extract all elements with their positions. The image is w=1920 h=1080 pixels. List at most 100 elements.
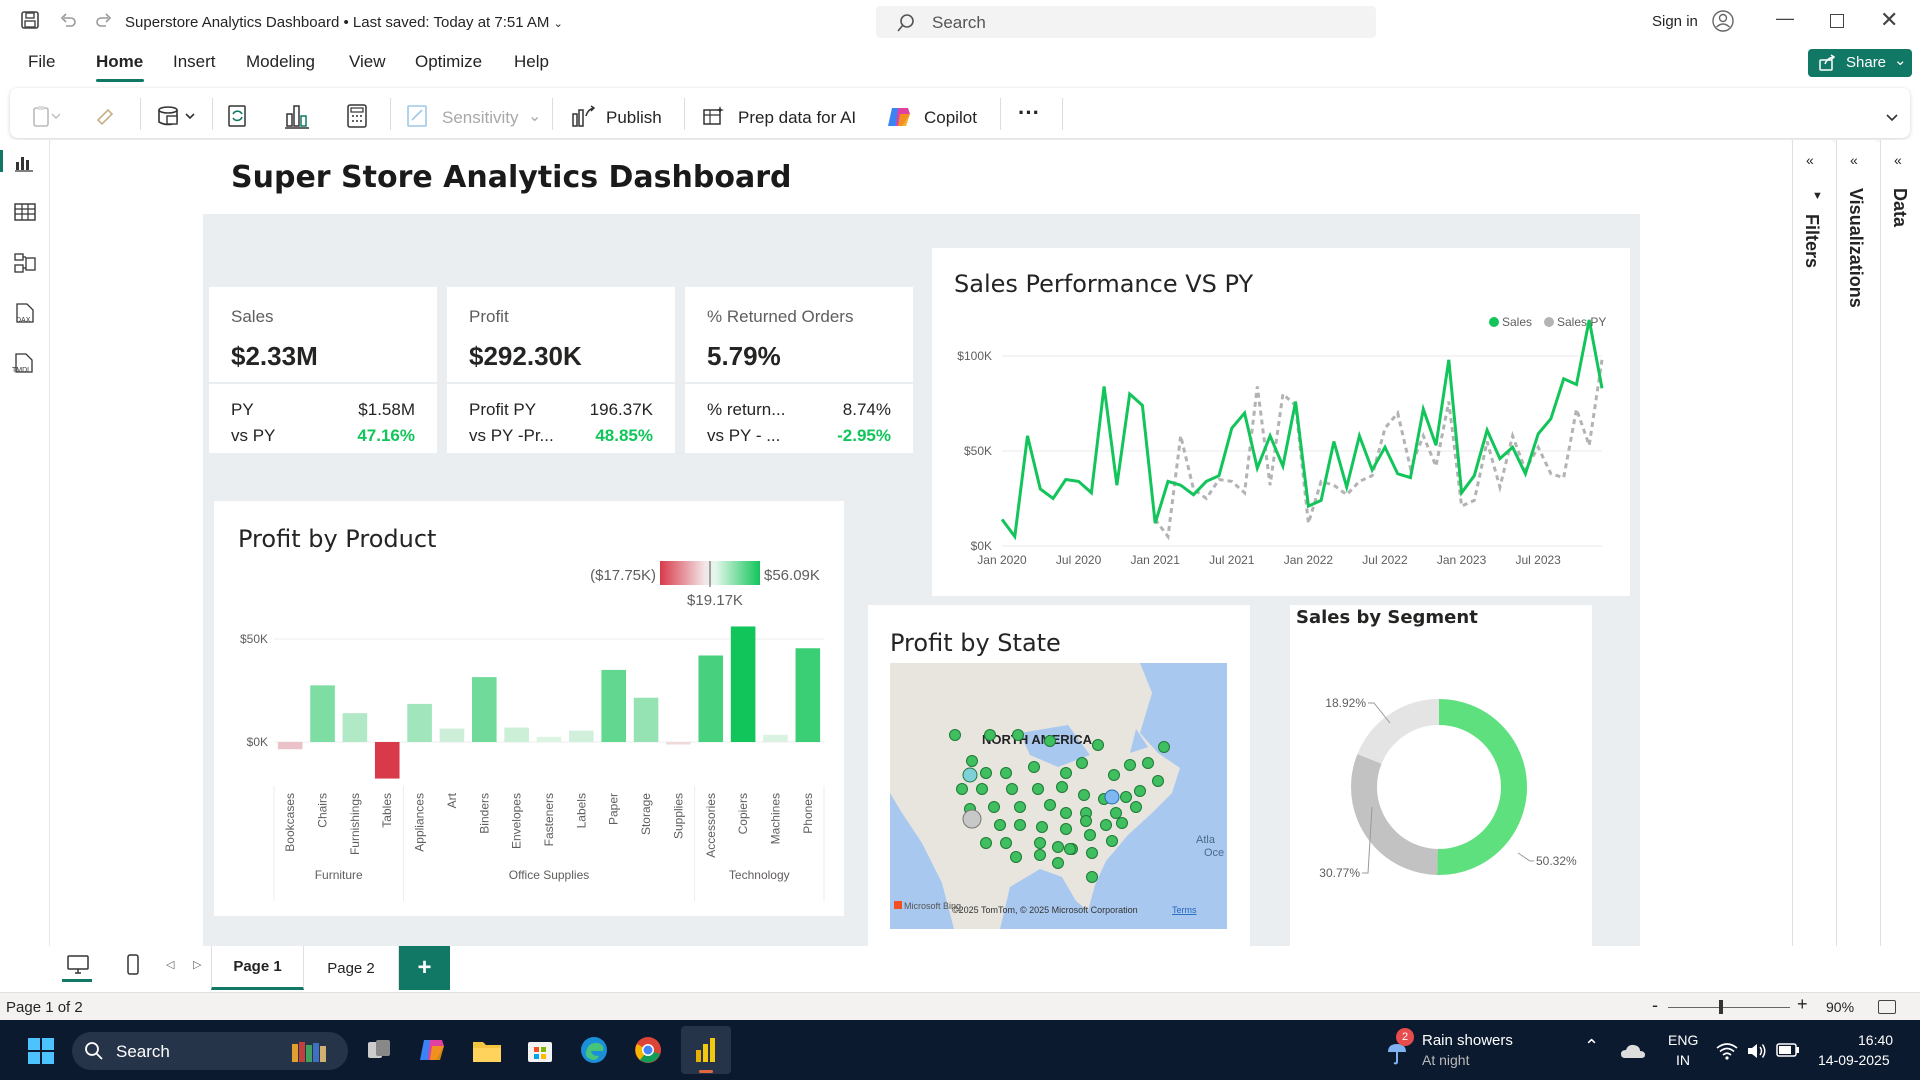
bar: [795, 648, 821, 742]
format-painter-icon[interactable]: [94, 104, 118, 128]
publish-button[interactable]: Publish: [606, 108, 662, 128]
state-bubble: [1012, 729, 1024, 741]
expand-icon[interactable]: «: [1806, 152, 1814, 168]
search-box[interactable]: Search: [876, 6, 1376, 38]
clock-time[interactable]: 16:40: [1858, 1032, 1893, 1048]
tmdl-view-icon[interactable]: TMDL: [11, 352, 37, 376]
profit-map-card[interactable]: Profit by State NORTH AMERICA Atla Oce Micr…: [868, 605, 1250, 946]
page-tab-2[interactable]: Page 2: [304, 946, 399, 990]
sensitivity-button[interactable]: Sensitivity: [442, 108, 519, 128]
onedrive-icon[interactable]: [1620, 1042, 1646, 1060]
microsoft-store-icon[interactable]: [526, 1036, 554, 1064]
zoom-in-button[interactable]: +: [1797, 994, 1808, 1015]
expand-icon[interactable]: «: [1850, 152, 1858, 168]
filters-label[interactable]: Filters: [1801, 214, 1822, 268]
refresh-icon[interactable]: [226, 104, 250, 128]
segment-donut-card[interactable]: Sales by Segment 50.32% 30.77% 18.92%: [1290, 605, 1592, 946]
kpi-vs-label: vs PY: [231, 426, 276, 445]
data-pane[interactable]: « Data: [1880, 140, 1920, 946]
document-title[interactable]: Superstore Analytics Dashboard • Last sa…: [125, 14, 563, 31]
prep-data-for-ai-button[interactable]: Prep data for AI: [738, 108, 856, 128]
maximize-icon[interactable]: [1830, 14, 1844, 28]
expand-icon[interactable]: «: [1894, 152, 1902, 168]
bar: [342, 713, 368, 742]
minimize-icon[interactable]: —: [1776, 8, 1794, 29]
kpi-card-returns[interactable]: % Returned Orders 5.79% % return... 8.74…: [685, 287, 913, 453]
map-ocean-label: Oce: [1204, 847, 1224, 859]
visualizations-pane[interactable]: « Visualizations: [1836, 140, 1876, 946]
profit-map[interactable]: NORTH AMERICAAtlaOceMicrosoft Bing©2025 …: [890, 663, 1227, 929]
kpi-value: 5.79%: [707, 341, 781, 371]
collapse-ribbon-icon[interactable]: [1884, 110, 1900, 126]
menu-file[interactable]: File: [28, 52, 55, 72]
dax-query-icon[interactable]: DAX: [13, 302, 37, 326]
sales-line-chart-card[interactable]: Sales Performance VS PY $0K $50K $100K Jan …: [932, 248, 1630, 596]
redo-icon[interactable]: [94, 10, 114, 30]
copilot-taskbar-icon[interactable]: [418, 1036, 446, 1064]
edge-icon[interactable]: [580, 1036, 608, 1064]
weather-text[interactable]: Rain showers: [1422, 1032, 1513, 1049]
kpi-card-sales[interactable]: Sales $2.33M PY $1.58M vs PY 47.16%: [209, 287, 437, 453]
share-button[interactable]: Share ⌄: [1808, 49, 1912, 77]
save-icon[interactable]: [20, 10, 40, 30]
zoom-out-button[interactable]: -: [1652, 995, 1658, 1016]
share-label: Share: [1846, 54, 1887, 71]
prev-page-icon[interactable]: ◁: [166, 958, 174, 971]
volume-icon[interactable]: [1746, 1041, 1768, 1061]
menu-insert[interactable]: Insert: [173, 52, 216, 72]
menu-view[interactable]: View: [349, 52, 386, 72]
x-tick-label: Jan 2023: [1437, 553, 1487, 567]
paste-icon[interactable]: [32, 104, 60, 128]
region-indicator[interactable]: IN: [1676, 1052, 1690, 1068]
battery-icon[interactable]: [1776, 1042, 1800, 1058]
undo-icon[interactable]: [58, 10, 78, 30]
more-options-button[interactable]: ···: [1018, 100, 1040, 126]
filters-pane[interactable]: « ▼ Filters: [1792, 140, 1832, 946]
state-bubble: [1080, 815, 1092, 827]
visualizations-label[interactable]: Visualizations: [1845, 188, 1866, 308]
profit-bar-chart-card[interactable]: Profit by Product ($17.75K) $19.17K $56.09…: [214, 501, 844, 916]
kpi-card-profit[interactable]: Profit $292.30K Profit PY 196.37K vs PY …: [447, 287, 675, 453]
file-explorer-icon[interactable]: [472, 1038, 502, 1064]
power-bi-taskbar-button[interactable]: [681, 1026, 731, 1074]
chevron-up-icon[interactable]: ⌃: [1584, 1036, 1599, 1057]
calculator-icon[interactable]: [346, 104, 368, 128]
add-page-button[interactable]: +: [399, 946, 450, 990]
language-indicator[interactable]: ENG: [1668, 1032, 1698, 1048]
bar: [504, 727, 529, 742]
chrome-icon[interactable]: [634, 1036, 662, 1064]
copilot-button[interactable]: Copilot: [924, 108, 977, 128]
user-icon[interactable]: [1712, 10, 1734, 32]
map-title: Profit by State: [890, 629, 1061, 657]
windows-start-icon[interactable]: [27, 1037, 55, 1065]
task-view-icon[interactable]: [366, 1038, 392, 1062]
report-view-icon[interactable]: [14, 152, 34, 172]
weather-subtext: At night: [1422, 1052, 1470, 1068]
menu-home[interactable]: Home: [96, 52, 143, 72]
zoom-slider[interactable]: [1668, 1007, 1790, 1008]
wifi-icon[interactable]: [1716, 1042, 1738, 1060]
menu-help[interactable]: Help: [514, 52, 549, 72]
taskbar-search[interactable]: Search: [72, 1032, 348, 1070]
next-page-icon[interactable]: ▷: [193, 958, 201, 971]
zoom-level[interactable]: 90%: [1826, 999, 1854, 1015]
clock-date[interactable]: 14-09-2025: [1818, 1052, 1890, 1068]
fit-to-page-icon[interactable]: [1878, 1000, 1896, 1014]
sign-in-link[interactable]: Sign in: [1652, 13, 1698, 30]
data-label[interactable]: Data: [1889, 188, 1910, 227]
menu-modeling[interactable]: Modeling: [246, 52, 315, 72]
get-data-icon[interactable]: [156, 104, 198, 128]
search-input[interactable]: Search: [932, 13, 986, 33]
mobile-layout-icon[interactable]: [126, 954, 140, 976]
close-icon[interactable]: ✕: [1880, 7, 1898, 33]
zoom-slider-thumb[interactable]: [1719, 1000, 1723, 1014]
svg-text:DAX: DAX: [16, 317, 31, 324]
kpi-py-label: PY: [231, 400, 254, 419]
desktop-layout-icon[interactable]: [66, 954, 90, 976]
menu-optimize[interactable]: Optimize: [415, 52, 482, 72]
table-view-icon[interactable]: [14, 202, 36, 222]
model-view-icon[interactable]: [14, 252, 36, 274]
new-visual-icon[interactable]: [284, 102, 310, 130]
page-tab-1[interactable]: Page 1: [211, 946, 304, 990]
category-label: Phones: [801, 793, 815, 834]
